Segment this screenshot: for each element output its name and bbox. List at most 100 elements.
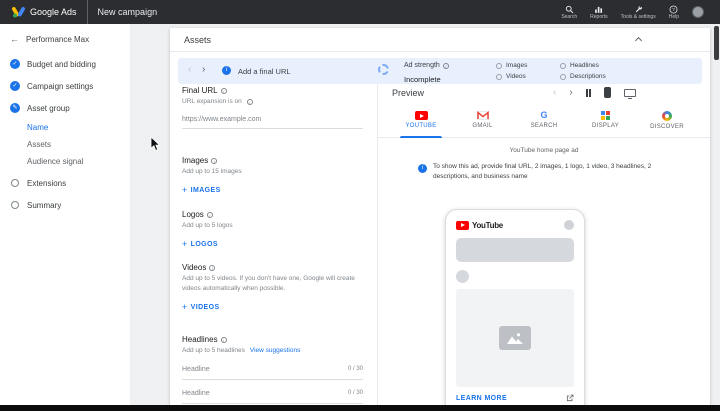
info-icon[interactable]: i [211,157,218,164]
back-arrow-icon: ← [10,34,19,44]
ad-strength-label: Ad strength [404,62,440,69]
mouse-cursor [150,137,161,151]
notice-text: To show this ad, provide final URL, 2 im… [433,163,652,181]
youtube-icon [414,111,428,120]
info-icon[interactable]: i [220,87,227,94]
pause-icon[interactable] [585,88,591,97]
google-ads-home-link[interactable]: Google Ads [0,6,77,18]
banner-info-icon: i [222,66,231,75]
back-to-campaign-type[interactable]: ← Performance Max [0,24,130,53]
headlines-section: Headlines i Add up to 5 headlines View sug… [182,335,363,404]
banner-next-icon[interactable]: › [202,63,205,77]
sidebar-item-budget-and-bidding[interactable]: ✓ Budget and bidding [0,53,130,75]
masthead-placeholder [456,238,574,262]
display-network-icon [601,111,610,120]
sidebar-item-extensions[interactable]: Extensions [0,172,130,194]
step-upcoming-icon [11,201,19,209]
tab-search[interactable]: G SEARCH [515,108,573,137]
checklist-item-headlines: Headlines [560,62,638,69]
open-in-new-icon[interactable] [566,394,574,402]
add-videos-button[interactable]: + VIDEOS [182,301,363,312]
add-images-button[interactable]: + IMAGES [182,185,363,195]
phone-profile-avatar [564,220,574,230]
headline-input-1[interactable]: Headline 0 / 30 [182,366,363,380]
cta-row: LEARN MORE [456,394,574,402]
videos-section: Videos i Add up to 5 videos. If you don't… [182,263,363,312]
ad-strength-checklist: Images Headlines Videos Descriptions [496,62,638,80]
unchecked-circle-icon [496,62,502,69]
page-scrollbar[interactable] [713,24,720,405]
logos-section: Logos i Add up to 5 logos + LOGOS [182,210,363,249]
account-avatar[interactable] [692,6,704,18]
headlines-hint: Add up to 5 headlines [182,347,245,354]
assets-panel-header: Assets [170,28,710,52]
sidebar-item-audience-signal[interactable]: Audience signal [27,153,130,170]
videos-label: Videos [182,263,207,272]
google-ads-logo-icon [12,7,25,18]
videos-hint: Add up to 5 videos. If you don't have on… [182,275,355,292]
help-button[interactable]: ? Help [669,5,679,20]
sidebar-item-campaign-settings[interactable]: ✓ Campaign settings [0,75,130,97]
discover-icon [662,111,672,121]
info-icon[interactable]: i [206,211,213,218]
wrench-icon [635,5,642,12]
notice-info-icon: i [418,164,427,173]
scrollbar-thumb[interactable] [714,26,719,60]
letterbox-strip [0,405,720,411]
preview-prev-icon[interactable]: ‹ [553,87,556,98]
help-icon: ? [669,5,678,13]
reports-button[interactable]: Reports [590,5,608,20]
checklist-item-images: Images [496,62,560,69]
campaign-steps-sidebar: ← Performance Max ✓ Budget and bidding ✓… [0,24,130,405]
tab-display[interactable]: DISPLAY [577,108,635,137]
ad-strength-banner: ‹ › i Add a final URL Ad strength i Inco… [178,58,702,84]
tools-settings-button[interactable]: Tools & settings [621,5,656,20]
headline-input-2[interactable]: Headline 0 / 30 [182,390,363,404]
unchecked-circle-icon [560,62,566,69]
unchecked-circle-icon [560,73,566,80]
topbar-actions: Search Reports Tools & settings ? Help [561,5,720,20]
assets-panel: Assets ‹ › i Add a final URL Ad strength… [170,28,710,405]
sidebar-item-assets[interactable]: Assets [27,136,130,153]
sidebar-item-name[interactable]: Name [27,119,130,136]
learn-more-button[interactable]: LEARN MORE [456,395,507,402]
preview-header: Preview ‹ › [378,84,710,108]
images-section: Images i Add up to 15 images + IMAGES [182,156,363,195]
info-icon[interactable]: i [209,264,216,271]
preview-title: Preview [392,88,425,98]
final-url-input[interactable]: https://www.example.com [182,116,363,129]
desktop-preview-icon[interactable] [623,88,636,99]
reports-icon [595,6,603,13]
collapse-section-icon[interactable] [634,36,643,45]
info-icon[interactable]: i [220,336,227,343]
mobile-preview-icon[interactable] [603,87,611,98]
headlines-label: Headlines [182,335,218,344]
banner-prev-icon[interactable]: ‹ [188,63,191,77]
step-upcoming-icon [11,179,19,187]
campaign-type-label: Performance Max [26,35,90,44]
step-complete-icon: ✓ [10,59,20,69]
preview-caption: YouTube home page ad [509,147,579,154]
plus-icon: + [182,301,188,312]
add-logos-button[interactable]: + LOGOS [182,238,363,249]
banner-message: Add a final URL [238,67,291,76]
checklist-item-videos: Videos [496,73,560,80]
sidebar-item-asset-group[interactable]: ✎ Asset group [0,97,130,119]
phone-youtube-header: YouTube [456,220,574,230]
preview-controls: ‹ › [553,87,636,99]
search-button[interactable]: Search [561,5,577,20]
plus-icon: + [182,238,188,249]
preview-next-icon[interactable]: › [569,87,572,98]
tab-discover[interactable]: DISCOVER [638,108,696,137]
final-url-label: Final URL [182,86,218,95]
tab-youtube[interactable]: YOUTUBE [392,108,450,138]
tab-gmail[interactable]: GMAIL [454,108,512,137]
info-icon[interactable]: i [442,62,449,69]
info-icon[interactable]: i [246,98,253,105]
sidebar-item-summary[interactable]: Summary [0,194,130,216]
view-suggestions-link[interactable]: View suggestions [250,346,300,356]
ad-strength-gauge [378,64,389,75]
step-complete-icon: ✓ [10,81,20,91]
checklist-item-descriptions: Descriptions [560,73,638,80]
top-app-bar: Google Ads New campaign Search Reports T… [0,0,720,24]
